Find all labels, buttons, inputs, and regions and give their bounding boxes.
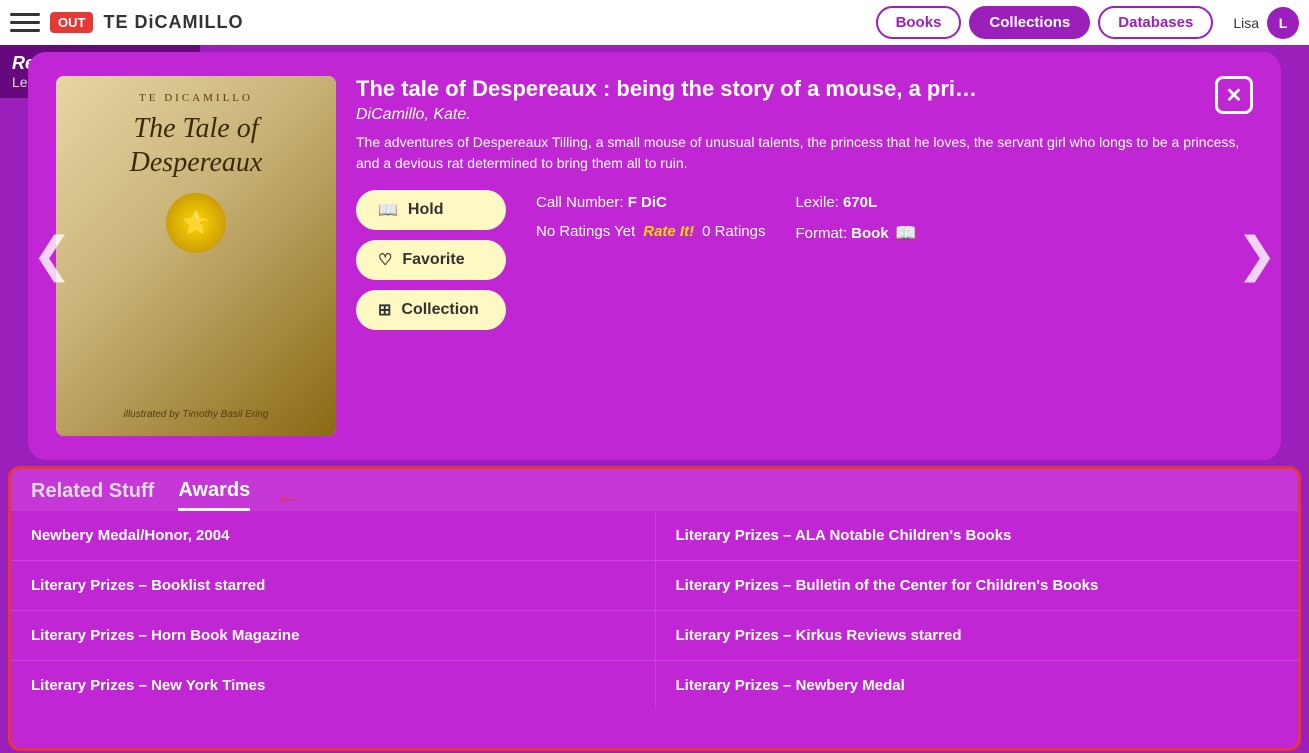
book-cover-image: TE DiCAMILLO The Tale of Despereaux ⭐ il…	[56, 76, 336, 436]
cover-author: TE DiCAMILLO	[139, 92, 253, 104]
format-label: Format:	[795, 225, 847, 242]
modal-title-area: The tale of Despereaux : being the story…	[356, 76, 1203, 124]
medal-icon: ⭐	[166, 193, 226, 253]
modal-meta-right: Lexile: 670L Format: Book 📖	[795, 194, 917, 244]
modal-author: DiCamillo, Kate.	[356, 106, 1203, 124]
nav-collections-btn[interactable]: Collections	[969, 6, 1090, 39]
tab-arrow-icon: ←	[274, 480, 300, 511]
cover-subtitle: illustrated by Timothy Basil Ering	[124, 409, 269, 420]
prev-arrow-button[interactable]: ❮	[32, 232, 72, 280]
nav-books-btn[interactable]: Books	[876, 6, 962, 39]
collection-icon: ⊞	[378, 300, 391, 320]
call-number-item: Call Number: F DiC	[536, 194, 765, 211]
hold-icon: 📖	[378, 200, 398, 220]
hamburger-menu[interactable]	[10, 8, 40, 38]
modal-description: The adventures of Despereaux Tilling, a …	[356, 132, 1253, 174]
out-badge: OUT	[50, 12, 93, 33]
award-item: Literary Prizes – Kirkus Reviews starred	[655, 611, 1299, 661]
modal-title: The tale of Despereaux : being the story…	[356, 76, 1203, 102]
bottom-section: Related Stuff Awards ← Newbery Medal/Hon…	[8, 466, 1301, 751]
book-cover: TE DiCAMILLO The Tale of Despereaux ⭐ il…	[56, 76, 336, 436]
collection-button[interactable]: ⊞ Collection	[356, 290, 506, 330]
bottom-tabs: Related Stuff Awards ←	[11, 469, 1298, 511]
next-arrow-button[interactable]: ❯	[1237, 232, 1277, 280]
lexile-label-text: Lexile:	[795, 194, 838, 211]
award-item: Literary Prizes – Newbery Medal	[655, 661, 1299, 710]
award-item: Literary Prizes – Bulletin of the Center…	[655, 561, 1299, 611]
user-name: Lisa	[1233, 15, 1259, 31]
lexile-val: 670L	[843, 194, 877, 211]
modal-actions-meta: 📖 Hold ♡ Favorite ⊞ Collection Call Numb…	[356, 190, 1253, 330]
favorite-label: Favorite	[402, 251, 464, 269]
collection-label: Collection	[401, 301, 478, 319]
modal-content: The tale of Despereaux : being the story…	[356, 76, 1253, 436]
award-item: Literary Prizes – Booklist starred	[11, 561, 655, 611]
modal-actions: 📖 Hold ♡ Favorite ⊞ Collection	[356, 190, 506, 330]
hold-button[interactable]: 📖 Hold	[356, 190, 506, 230]
award-item: Literary Prizes – New York Times	[11, 661, 655, 710]
call-number-label: Call Number:	[536, 194, 624, 211]
lexile-item: Lexile: 670L	[795, 194, 917, 211]
top-nav: OUT TE DiCAMILLO Books Collections Datab…	[0, 0, 1309, 45]
no-ratings-text: No Ratings Yet	[536, 223, 635, 240]
modal-meta: Call Number: F DiC No Ratings Yet Rate I…	[536, 194, 765, 240]
book-format-icon: 📖	[895, 223, 917, 244]
ratings-item: No Ratings Yet Rate It! 0 Ratings	[536, 223, 765, 240]
user-avatar[interactable]: L	[1267, 7, 1299, 39]
nav-buttons: Books Collections Databases	[876, 6, 1214, 39]
award-item: Literary Prizes – Horn Book Magazine	[11, 611, 655, 661]
book-modal: TE DiCAMILLO The Tale of Despereaux ⭐ il…	[28, 52, 1281, 460]
modal-header: The tale of Despereaux : being the story…	[356, 76, 1253, 124]
award-item: Literary Prizes – ALA Notable Children's…	[655, 511, 1299, 561]
ratings-count: 0 Ratings	[702, 223, 765, 240]
format-val: Book	[851, 225, 889, 242]
call-number-val: F DiC	[628, 194, 667, 211]
favorite-button[interactable]: ♡ Favorite	[356, 240, 506, 280]
user-area: Lisa L	[1233, 7, 1299, 39]
tab-awards[interactable]: Awards	[178, 479, 250, 511]
awards-grid[interactable]: Newbery Medal/Honor, 2004 Literary Prize…	[11, 511, 1298, 710]
rate-it-link[interactable]: Rate It!	[643, 223, 694, 240]
modal-close-button[interactable]: ✕	[1215, 76, 1253, 114]
tab-related-stuff[interactable]: Related Stuff	[31, 480, 154, 511]
nav-databases-btn[interactable]: Databases	[1098, 6, 1213, 39]
cover-title: The Tale of Despereaux	[68, 112, 324, 179]
award-item: Newbery Medal/Honor, 2004	[11, 511, 655, 561]
heart-icon: ♡	[378, 250, 392, 270]
format-item: Format: Book 📖	[795, 223, 917, 244]
site-title: TE DiCAMILLO	[103, 12, 865, 33]
hold-label: Hold	[408, 201, 444, 219]
